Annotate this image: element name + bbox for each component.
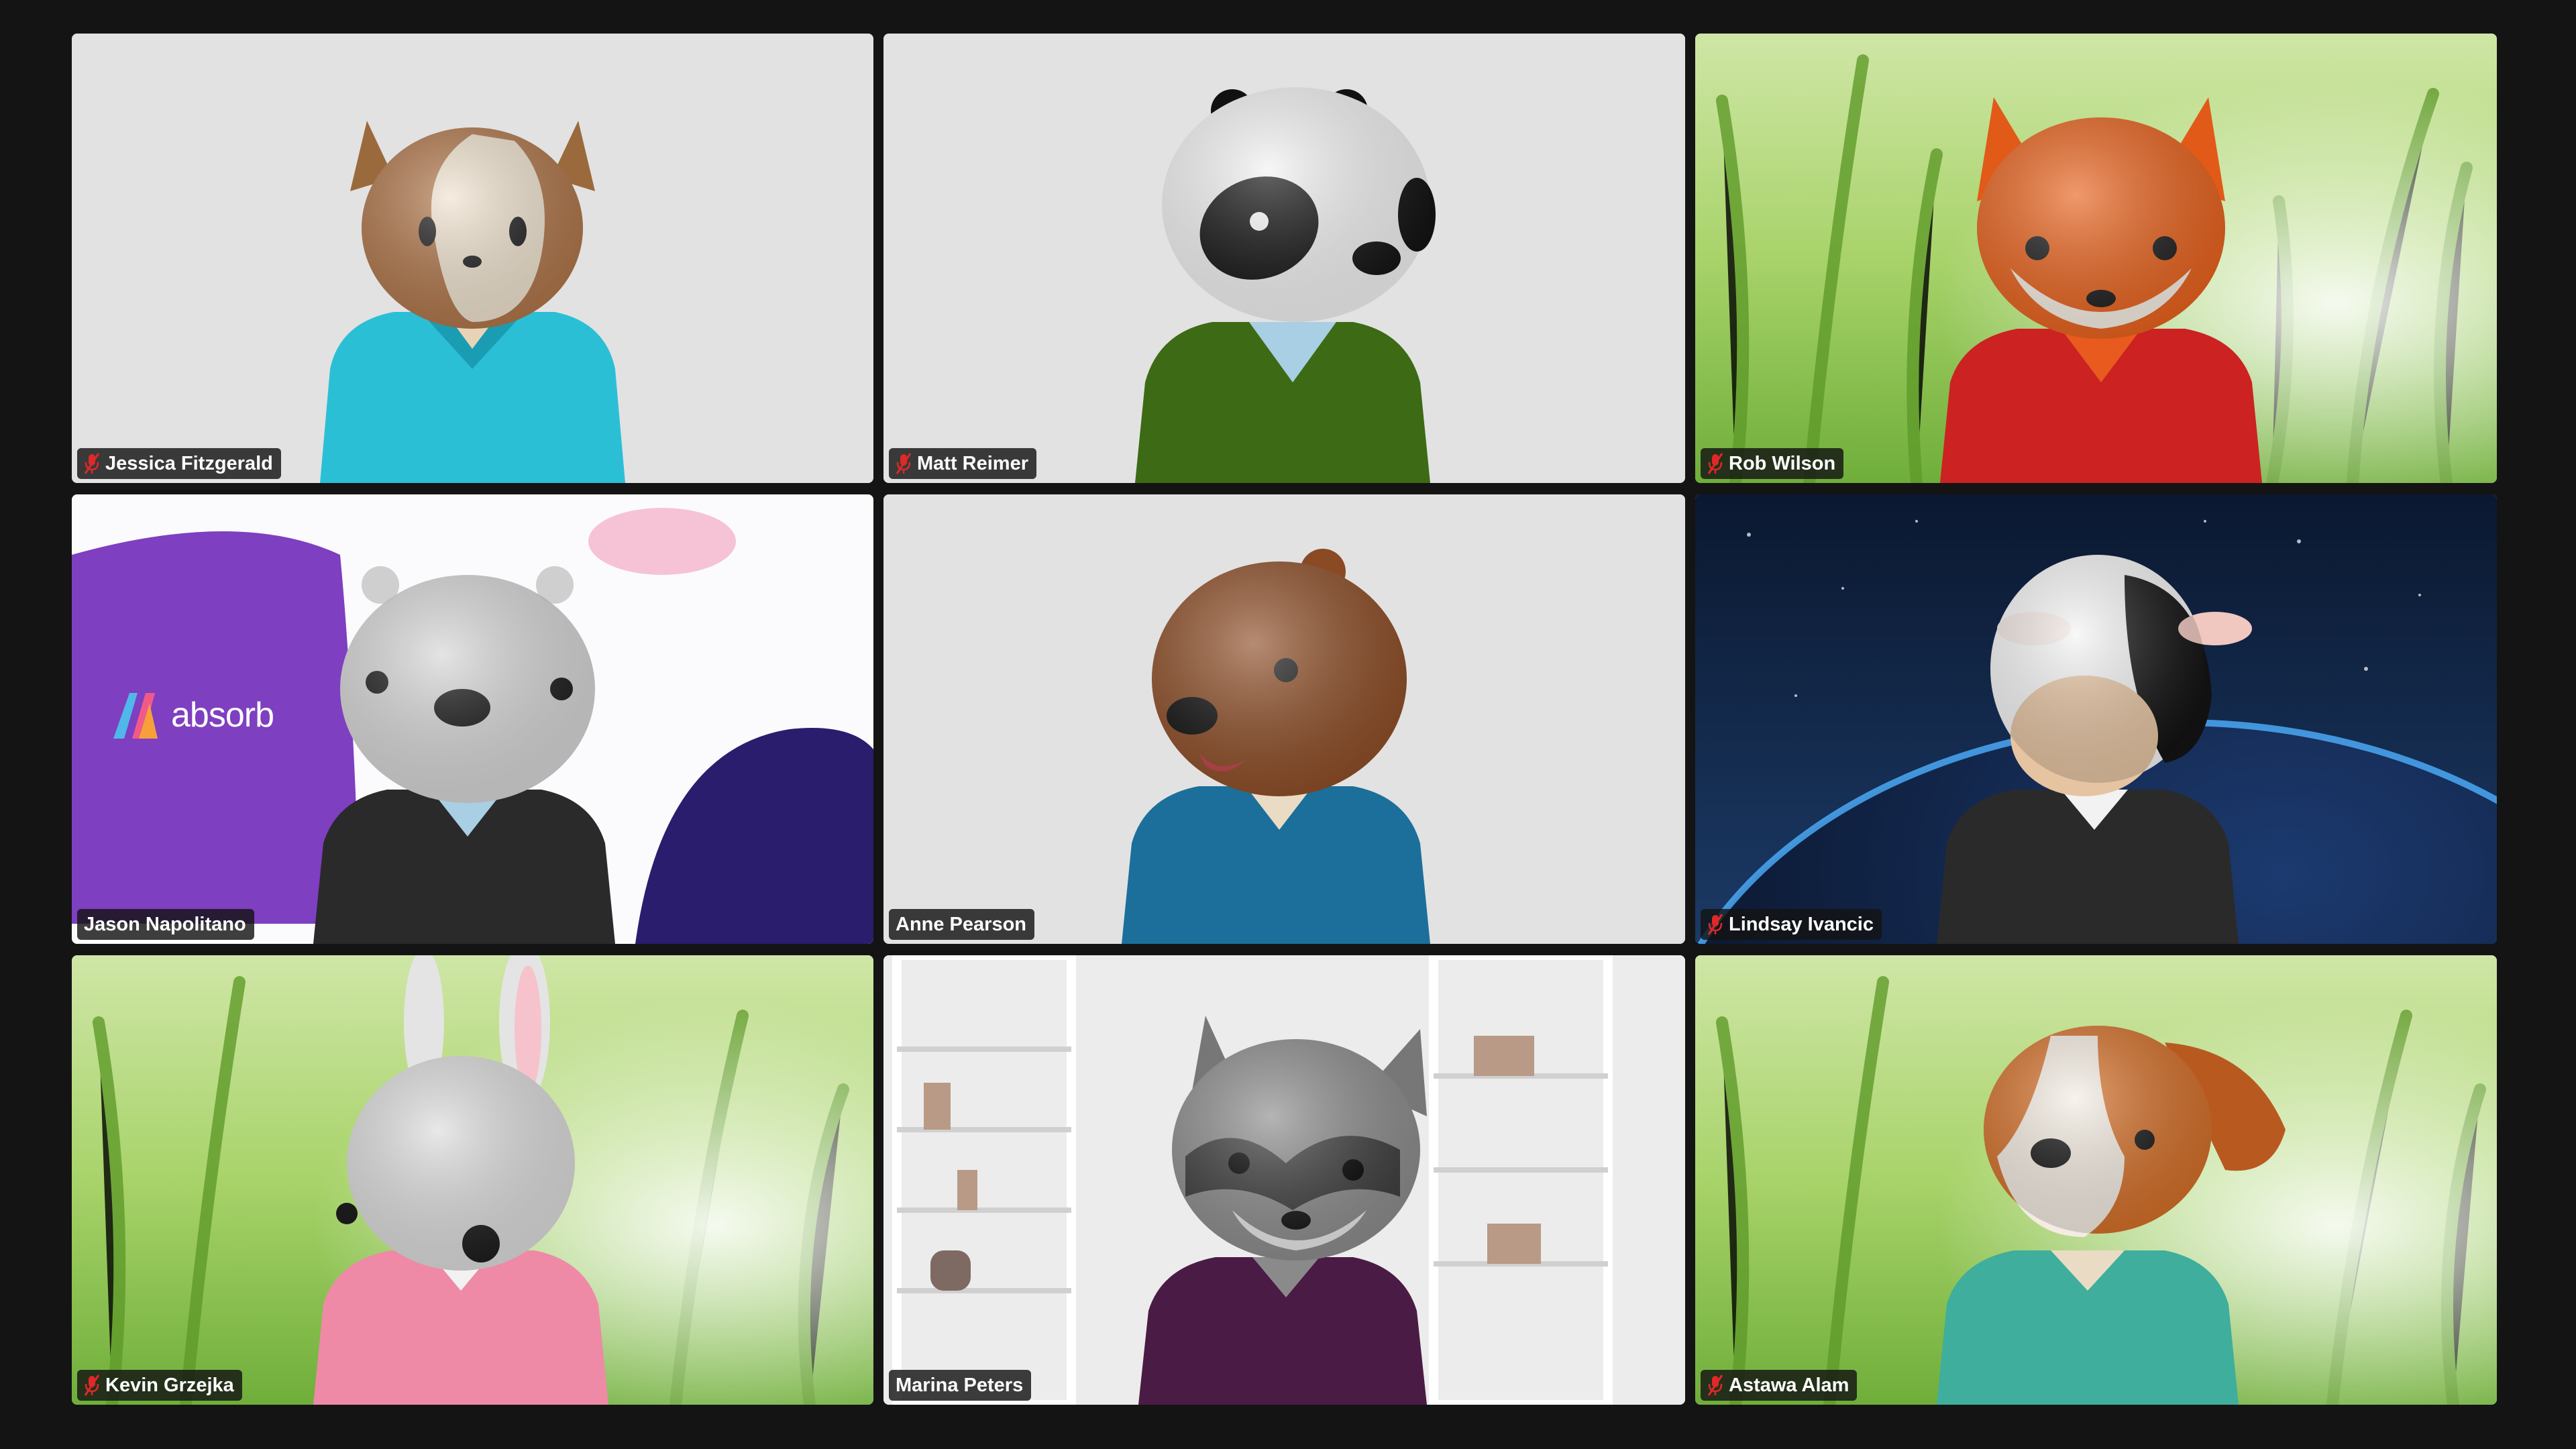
- participant-tile-jessica-fitzgerald[interactable]: Jessica Fitzgerald: [72, 34, 873, 483]
- participant-name: Rob Wilson: [1729, 453, 1836, 474]
- participant-name-tag: Anne Pearson: [889, 909, 1034, 940]
- absorb-logo: absorb: [112, 690, 274, 740]
- participant-name-tag: Kevin Grzejka: [77, 1370, 242, 1401]
- participant-name: Lindsay Ivancic: [1729, 914, 1874, 935]
- muted-microphone-icon: [1707, 1375, 1723, 1396]
- muted-microphone-icon: [896, 453, 912, 474]
- participant-name-tag: Matt Reimer: [889, 448, 1036, 479]
- muted-microphone-icon: [1707, 914, 1723, 935]
- participant-name: Astawa Alam: [1729, 1375, 1849, 1396]
- participant-name-tag: Jason Napolitano: [77, 909, 254, 940]
- participant-name-tag: Marina Peters: [889, 1370, 1032, 1401]
- cow-avatar-video: [1695, 494, 2497, 944]
- panda-avatar-video: [883, 34, 1685, 483]
- participant-name-tag: Astawa Alam: [1701, 1370, 1858, 1401]
- cat-avatar-video: [72, 34, 873, 483]
- participant-tile-astawa-alam[interactable]: Astawa Alam: [1695, 955, 2497, 1405]
- participant-tile-anne-pearson[interactable]: Anne Pearson: [883, 494, 1685, 944]
- participant-tile-lindsay-ivancic[interactable]: Lindsay Ivancic: [1695, 494, 2497, 944]
- participant-name-tag: Rob Wilson: [1701, 448, 1844, 479]
- fox-avatar-video: [1695, 34, 2497, 483]
- muted-microphone-icon: [84, 1375, 100, 1396]
- muted-microphone-icon: [84, 453, 100, 474]
- participant-name: Marina Peters: [896, 1375, 1024, 1396]
- participant-name: Matt Reimer: [917, 453, 1028, 474]
- dog-avatar-video: [1695, 955, 2497, 1405]
- participant-name-tag: Lindsay Ivancic: [1701, 909, 1882, 940]
- participant-tile-jason-napolitano[interactable]: absorb Jason Napolitano: [72, 494, 873, 944]
- participant-name: Jason Napolitano: [84, 914, 246, 935]
- absorb-logo-text: absorb: [171, 696, 274, 735]
- bear-avatar-video: [883, 494, 1685, 944]
- participant-tile-matt-reimer[interactable]: Matt Reimer: [883, 34, 1685, 483]
- participant-tile-rob-wilson[interactable]: Rob Wilson: [1695, 34, 2497, 483]
- muted-microphone-icon: [1707, 453, 1723, 474]
- participant-name-tag: Jessica Fitzgerald: [77, 448, 281, 479]
- participant-name: Anne Pearson: [896, 914, 1026, 935]
- participant-tile-kevin-grzejka[interactable]: Kevin Grzejka: [72, 955, 873, 1405]
- raccoon-avatar-video: [883, 955, 1685, 1405]
- absorb-logo-icon: [113, 693, 158, 739]
- participant-name: Kevin Grzejka: [105, 1375, 234, 1396]
- participant-name: Jessica Fitzgerald: [105, 453, 273, 474]
- rabbit-avatar-video: [72, 955, 873, 1405]
- participant-tile-marina-peters[interactable]: Marina Peters: [883, 955, 1685, 1405]
